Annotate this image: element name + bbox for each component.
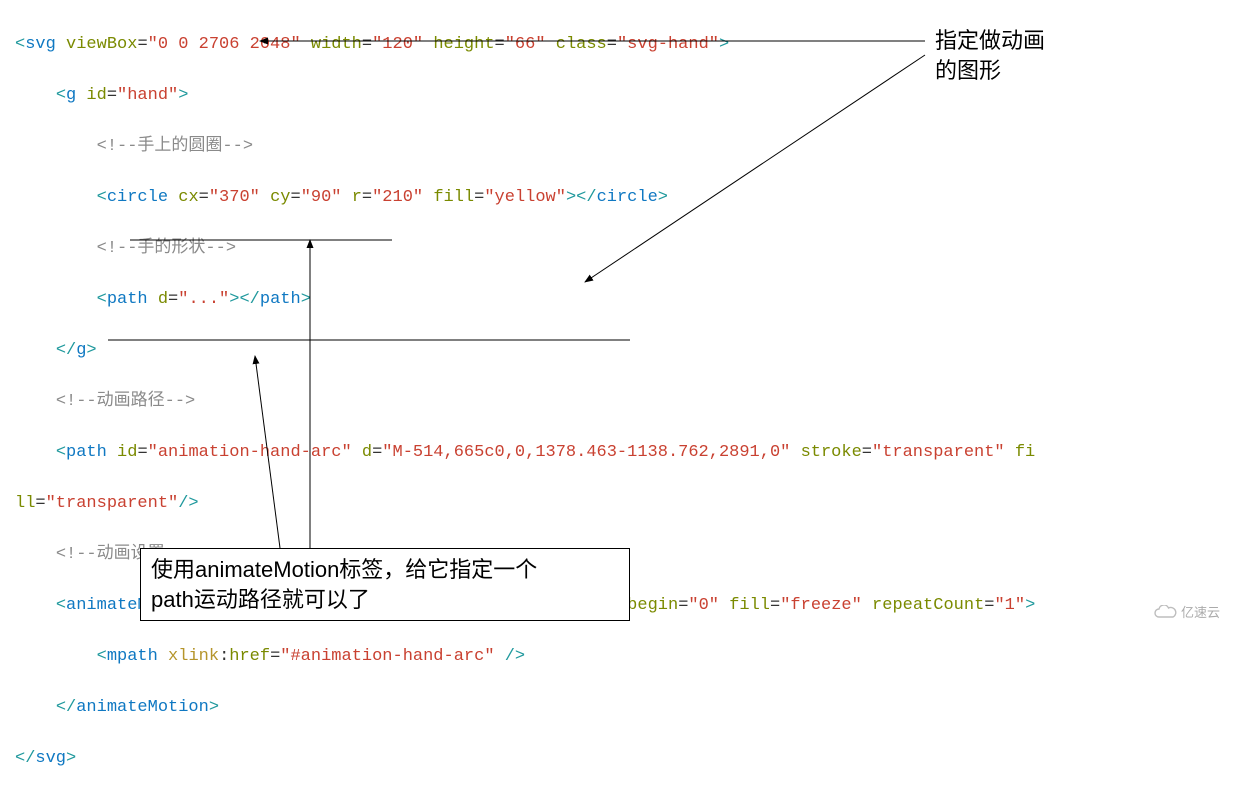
line-circle: <circle cx="370" cy="90" r="210" fill="y… [15,185,1035,211]
cloud-icon [1153,605,1177,621]
line-svg-open: <svg viewBox="0 0 2706 2048" width="120"… [15,32,1035,58]
annotation-bottom-line1: 使用animateMotion标签，给它指定一个 [151,557,537,582]
line-g-open: <g id="hand"> [15,83,1035,109]
line-mpath: <mpath xlink:href="#animation-hand-arc" … [15,644,1035,670]
line-animatemotion-close: </animateMotion> [15,695,1035,721]
annotation-bottom-line2: path运动路径就可以了 [151,587,370,612]
line-comment-circle: <!--手上的圆圈--> [15,134,1035,160]
line-g-close: </g> [15,338,1035,364]
line-comment-hand: <!--手的形状--> [15,236,1035,262]
line-svg-close: </svg> [15,746,1035,772]
watermark: 亿速云 [1153,599,1233,627]
line-path-hand: <path d="..."></path> [15,287,1035,313]
line-path-arc-cont: ll="transparent"/> [15,491,1035,517]
line-comment-animpath: <!--动画路径--> [15,389,1035,415]
annotation-right-line1: 指定做动画 [935,28,1045,53]
code-block: <svg viewBox="0 0 2706 2048" width="120"… [15,6,1035,797]
annotation-right-line2: 的图形 [935,58,1001,83]
annotation-bottom-box: 使用animateMotion标签，给它指定一个 path运动路径就可以了 [140,548,630,621]
annotation-right: 指定做动画 的图形 [935,26,1045,85]
line-path-arc: <path id="animation-hand-arc" d="M-514,6… [15,440,1035,466]
watermark-text: 亿速云 [1181,603,1220,623]
